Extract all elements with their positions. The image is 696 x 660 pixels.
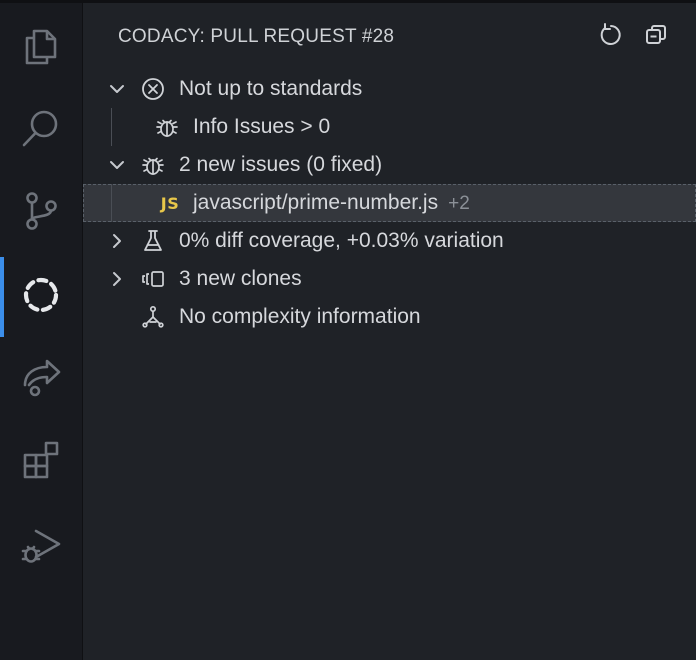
tree-item-complexity[interactable]: No complexity information: [83, 298, 696, 336]
panel-title: CODACY: PULL REQUEST #28: [118, 26, 395, 47]
vscode-window: CODACY: PULL REQUEST #28 Not up to stand…: [0, 0, 696, 660]
tree-item-label: 0% diff coverage, +0.03% variation: [179, 229, 504, 252]
collapse-all-button[interactable]: [640, 21, 672, 53]
chevron-right-icon[interactable]: [106, 230, 128, 252]
js-badge: JS: [160, 193, 180, 213]
file-path: javascript/prime-number.js: [193, 191, 439, 214]
codacy-side-panel: CODACY: PULL REQUEST #28 Not up to stand…: [83, 3, 696, 660]
chevron-down-icon[interactable]: [106, 78, 128, 100]
indent-guide: [111, 108, 112, 146]
chevron-down-icon[interactable]: [106, 154, 128, 176]
tree-item-label: Info Issues > 0: [193, 115, 331, 138]
issue-count-description: +2: [448, 193, 470, 214]
source-control-icon: [19, 189, 63, 238]
remote-share-icon: [19, 355, 63, 404]
complexity-icon: [140, 304, 166, 330]
activity-search[interactable]: [0, 91, 82, 171]
clones-icon: [140, 266, 166, 292]
tree-item-label: 3 new clones: [179, 267, 302, 290]
indent-guide: [111, 184, 112, 222]
chevron-right-icon[interactable]: [106, 268, 128, 290]
circle-x-icon: [140, 76, 166, 102]
tree-item-new-issues[interactable]: 2 new issues (0 fixed): [83, 146, 696, 184]
tree-view: Not up to standards Info Issues > 0 2 ne…: [83, 70, 696, 336]
tree-item-diff-coverage[interactable]: 0% diff coverage, +0.03% variation: [83, 222, 696, 260]
refresh-icon: [598, 22, 624, 53]
tree-item-label: javascript/prime-number.js +2: [193, 191, 470, 215]
tree-item-file-prime-number[interactable]: JS javascript/prime-number.js +2: [83, 184, 696, 222]
tree-item-label: Not up to standards: [179, 77, 363, 100]
activity-codacy[interactable]: [0, 257, 82, 337]
activity-extensions[interactable]: [0, 423, 82, 503]
tree-item-label: 2 new issues (0 fixed): [179, 153, 383, 176]
run-debug-icon: [19, 523, 63, 572]
activity-remote[interactable]: [0, 339, 82, 419]
bug-icon: [154, 114, 180, 140]
activity-source-control[interactable]: [0, 173, 82, 253]
tree-item-label: No complexity information: [179, 305, 421, 328]
refresh-button[interactable]: [595, 21, 627, 53]
collapse-all-icon: [643, 22, 669, 53]
activity-explorer[interactable]: [0, 9, 82, 89]
search-icon: [19, 107, 63, 156]
tree-item-not-up-to-standards[interactable]: Not up to standards: [83, 70, 696, 108]
tree-item-new-clones[interactable]: 3 new clones: [83, 260, 696, 298]
beaker-icon: [140, 228, 166, 254]
files-icon: [19, 25, 63, 74]
tree-item-info-issues[interactable]: Info Issues > 0: [83, 108, 696, 146]
panel-header: CODACY: PULL REQUEST #28: [83, 3, 696, 73]
javascript-file-icon: JS: [155, 190, 185, 216]
codacy-icon: [19, 273, 63, 322]
bug-icon: [140, 152, 166, 178]
activity-bar: [0, 3, 83, 660]
extensions-icon: [19, 439, 63, 488]
activity-run-debug[interactable]: [0, 507, 82, 587]
